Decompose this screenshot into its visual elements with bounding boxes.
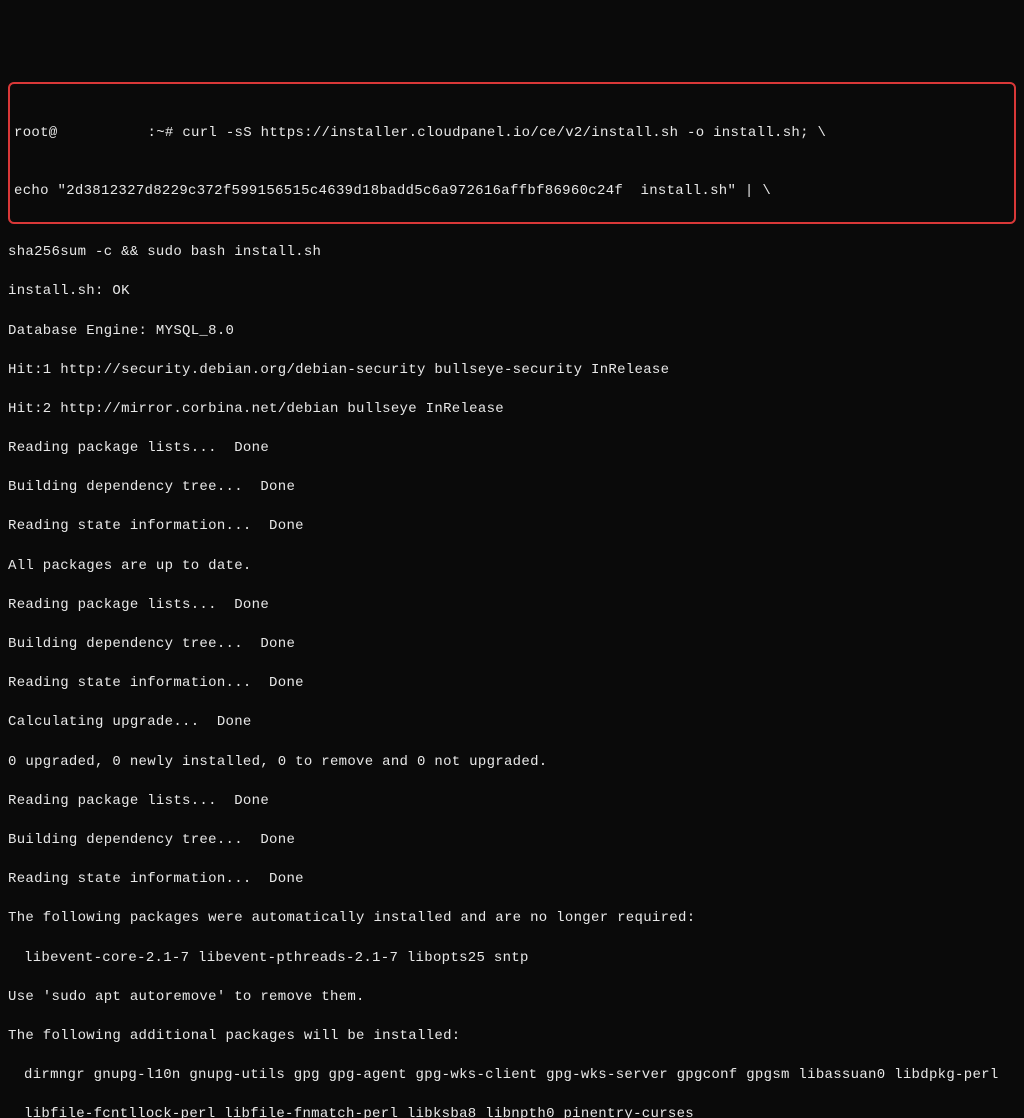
output-line: Reading package lists... Done bbox=[8, 596, 1016, 616]
output-line: install.sh: OK bbox=[8, 282, 1016, 302]
command-part-1: curl -sS https://installer.cloudpanel.io… bbox=[182, 125, 826, 141]
prompt-user: root@ bbox=[14, 125, 58, 141]
command-part-2: echo "2d3812327d8229c372f599156515c4639d… bbox=[14, 183, 771, 199]
output-line: Building dependency tree... Done bbox=[8, 635, 1016, 655]
output-line: Hit:1 http://security.debian.org/debian-… bbox=[8, 361, 1016, 381]
prompt-line-2: echo "2d3812327d8229c372f599156515c4639d… bbox=[14, 182, 1010, 202]
output-line: The following packages were automaticall… bbox=[8, 909, 1016, 929]
output-line: Database Engine: MYSQL_8.0 bbox=[8, 322, 1016, 342]
prompt-line-1: root@ :~# curl -sS https://installer.clou… bbox=[14, 124, 1010, 144]
output-line: Reading package lists... Done bbox=[8, 439, 1016, 459]
prompt-cwd: :~# bbox=[148, 125, 174, 141]
highlighted-command-box: root@ :~# curl -sS https://installer.clou… bbox=[8, 82, 1016, 223]
output-line: Calculating upgrade... Done bbox=[8, 713, 1016, 733]
redacted-host bbox=[58, 125, 148, 139]
output-line: All packages are up to date. bbox=[8, 557, 1016, 577]
output-line: Use 'sudo apt autoremove' to remove them… bbox=[8, 988, 1016, 1008]
output-line: Building dependency tree... Done bbox=[8, 831, 1016, 851]
output-line: sha256sum -c && sudo bash install.sh bbox=[8, 243, 1016, 263]
output-line: Reading package lists... Done bbox=[8, 792, 1016, 812]
output-line-indent: libevent-core-2.1-7 libevent-pthreads-2.… bbox=[8, 949, 1016, 969]
output-line: 0 upgraded, 0 newly installed, 0 to remo… bbox=[8, 753, 1016, 773]
output-line: Reading state information... Done bbox=[8, 870, 1016, 890]
output-line: Building dependency tree... Done bbox=[8, 478, 1016, 498]
output-line: The following additional packages will b… bbox=[8, 1027, 1016, 1047]
output-line: Hit:2 http://mirror.corbina.net/debian b… bbox=[8, 400, 1016, 420]
output-line: Reading state information... Done bbox=[8, 517, 1016, 537]
output-line-indent: dirmngr gnupg-l10n gnupg-utils gpg gpg-a… bbox=[8, 1066, 1016, 1086]
output-line: Reading state information... Done bbox=[8, 674, 1016, 694]
output-line-indent: libfile-fcntllock-perl libfile-fnmatch-p… bbox=[8, 1105, 1016, 1118]
